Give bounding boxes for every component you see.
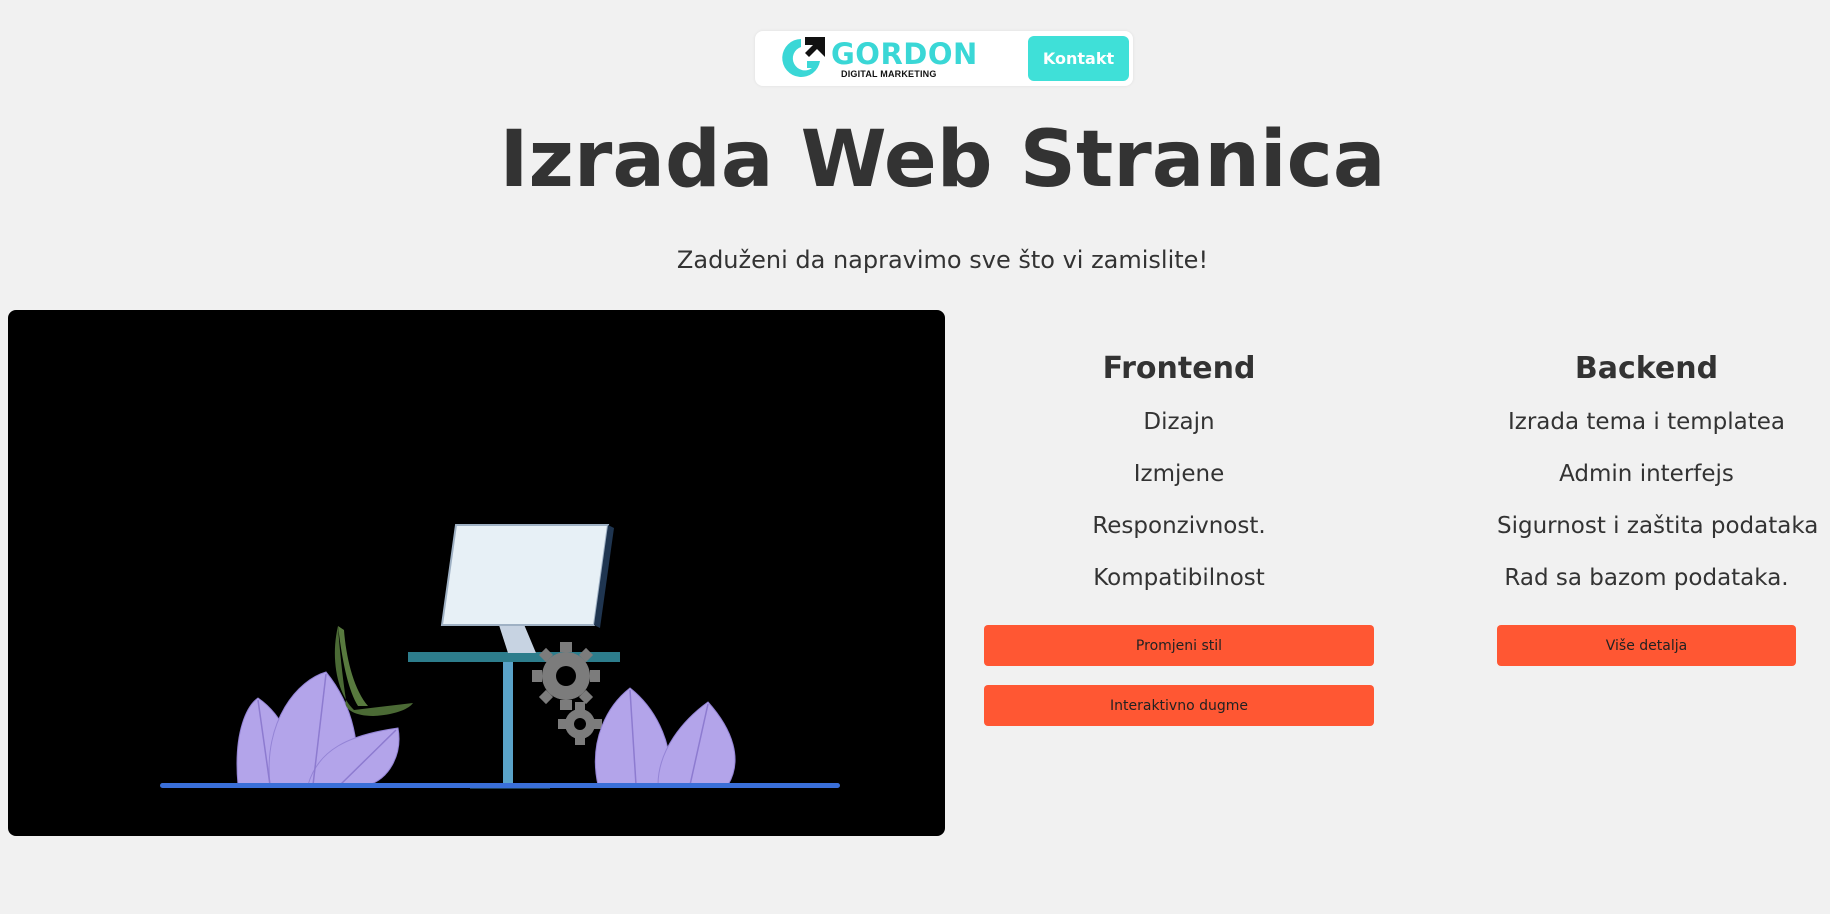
contact-button[interactable]: Kontakt <box>1028 36 1129 81</box>
list-item: Sigurnost i zaštita podataka <box>1497 513 1819 539</box>
logo-wordmark: GORDON <box>831 37 978 71</box>
backend-list: Izrada tema i templatea Admin interfejs … <box>1497 396 1819 604</box>
list-item: Izrada tema i templatea <box>1507 409 1785 435</box>
workspace-illustration <box>160 524 840 789</box>
monitor-stand <box>498 622 536 653</box>
backend-buttons: Više detalja <box>1497 625 1796 666</box>
monitor-screen <box>440 524 610 626</box>
header-bar: GORDON DIGITAL MARKETING Kontakt <box>755 31 1133 86</box>
desk-leg <box>503 662 513 787</box>
frontend-column: Frontend Dizajn Izmjene Responzivnost. K… <box>984 348 1374 726</box>
list-item: Admin interfejs <box>1559 461 1734 487</box>
right-leaves <box>594 687 736 786</box>
backend-column: Backend Izrada tema i templatea Admin in… <box>1497 348 1819 666</box>
list-item: Kompatibilnost <box>1093 565 1265 591</box>
frontend-heading: Frontend <box>1102 351 1256 386</box>
list-item: Rad sa bazom podataka. <box>1504 565 1789 591</box>
frontend-buttons: Promjeni stil Interaktivno dugme <box>984 625 1374 726</box>
page-title: Izrada Web Stranica <box>499 115 1386 205</box>
change-style-button[interactable]: Promjeni stil <box>984 625 1374 666</box>
list-item: Dizajn <box>1143 409 1215 435</box>
gordon-logo-icon <box>782 37 825 77</box>
more-details-button[interactable]: Više detalja <box>1497 625 1796 666</box>
page-subtitle: Zaduženi da napravimo sve što vi zamisli… <box>676 246 1209 274</box>
frontend-list: Dizajn Izmjene Responzivnost. Kompatibil… <box>984 396 1374 604</box>
interactive-button[interactable]: Interaktivno dugme <box>984 685 1374 726</box>
gordon-logo[interactable]: GORDON DIGITAL MARKETING <box>779 35 979 81</box>
backend-heading: Backend <box>1574 351 1719 386</box>
floor-line <box>160 783 840 788</box>
list-item: Izmjene <box>1133 461 1225 487</box>
hero-illustration <box>8 310 945 836</box>
list-item: Responzivnost. <box>1092 513 1266 539</box>
logo-tagline: DIGITAL MARKETING <box>841 69 937 79</box>
